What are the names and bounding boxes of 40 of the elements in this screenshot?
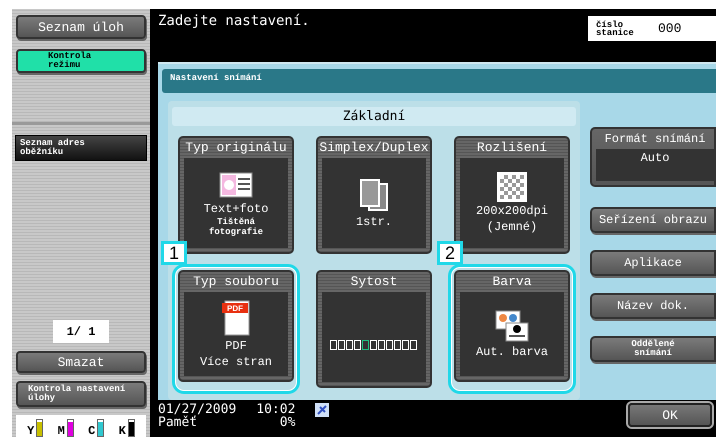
page-counter: 1/ 1 [53, 320, 109, 343]
function-button[interactable]: Název dok. [590, 293, 716, 319]
setting-tile[interactable]: Simplex/Duplex 1str. [316, 136, 432, 254]
scan-format-button[interactable]: Formát snímání Auto [590, 127, 716, 187]
toner-label: Y [27, 425, 34, 437]
callout-number: 2 [437, 241, 463, 265]
setting-tile[interactable]: Barva Aut. barva [454, 270, 570, 382]
date-text: 01/27/2009 [158, 403, 236, 416]
toner-gauge [66, 419, 74, 437]
panel-title: Nastavení snímání [162, 69, 716, 93]
ok-button[interactable]: OK [628, 403, 712, 427]
function-button[interactable]: Seřízení obrazu [590, 207, 716, 233]
pages-icon [358, 177, 390, 213]
station-label: číslo stanice [596, 20, 635, 36]
section-title: Základní [172, 107, 576, 126]
memory-label: Paměť [158, 416, 198, 429]
address-list-button[interactable]: Seznam adres oběžníku [15, 135, 147, 161]
memory-value: 0% [278, 416, 296, 429]
station-number: 000 [658, 21, 682, 36]
instruction-message: Zadejte nastavení. [158, 13, 310, 29]
toner-label: M [58, 425, 65, 437]
toner-label: K [118, 425, 126, 437]
toner-gauge [97, 419, 104, 437]
setting-tile[interactable]: Rozlišení 200x200dpi (Jemné) [454, 136, 570, 254]
job-settings-button[interactable]: Kontrola nastavení úlohy [16, 381, 146, 407]
color-documents-icon [494, 309, 530, 343]
function-button[interactable]: Oddělené snímání [590, 336, 716, 362]
toner-gauge [36, 419, 44, 437]
setting-tile[interactable]: Typ originálu Text+foto Tištěná fotografie [178, 136, 294, 254]
clear-button[interactable]: Smazat [16, 351, 146, 373]
setting-tile[interactable]: Typ souboru PDF PDF Více stran [178, 270, 294, 382]
time-text: 10:02 [256, 403, 296, 416]
toner-label: C [88, 425, 96, 437]
setting-tile[interactable]: Sytost [316, 270, 432, 388]
toner-gauge [128, 419, 135, 437]
mode-check-button[interactable]: Kontrola režimu [16, 49, 146, 73]
function-button[interactable]: Aplikace [590, 250, 716, 276]
job-list-button[interactable]: Seznam úloh [16, 15, 146, 39]
callout-number: 1 [161, 241, 187, 265]
checkerboard-icon [497, 172, 527, 202]
